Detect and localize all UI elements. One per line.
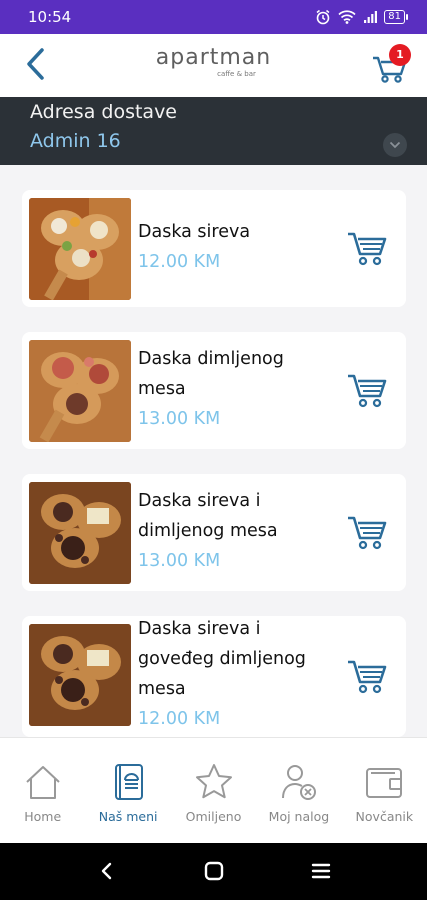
system-back-button[interactable] (96, 860, 118, 882)
back-arrow-icon (101, 862, 112, 880)
battery-icon: 81 (384, 10, 408, 24)
app-header: apartman caffe & bar 1 (0, 34, 427, 97)
signal-icon (364, 11, 378, 23)
brand-logo: apartman caffe & bar (0, 45, 427, 79)
chevron-down-icon (389, 141, 401, 149)
brand-tagline: caffe & bar (217, 70, 256, 78)
cart-badge: 1 (389, 44, 411, 66)
product-image (29, 624, 131, 726)
product-name: Daska sireva (138, 222, 251, 242)
product-image (29, 482, 131, 584)
product-price: 13.00 KM (138, 409, 221, 429)
cart-button[interactable]: 1 (371, 44, 411, 86)
nav-home-label: Home (24, 809, 62, 824)
bottom-nav: Home Naš meni Omiljeno Moj nalog Novčani… (0, 737, 427, 843)
home-icon (26, 766, 60, 799)
nav-menu[interactable]: Naš meni (85, 738, 170, 843)
product-name: Daska dimljenog mesa (138, 349, 284, 399)
menu-book-icon (115, 764, 144, 800)
add-to-cart-button[interactable] (346, 228, 388, 268)
cart-icon (348, 232, 387, 266)
cart-icon (348, 374, 387, 408)
product-name: Daska sireva i goveđeg dimljenog mesa (138, 619, 306, 699)
cart-icon (348, 660, 387, 694)
add-to-cart-button[interactable] (346, 370, 388, 410)
address-label: Adresa dostave (30, 101, 177, 123)
star-icon (195, 764, 232, 799)
status-bar: 10:54 81 (0, 0, 427, 34)
product-image (29, 198, 131, 300)
status-icons: 81 (315, 9, 408, 25)
nav-favorites-label: Omiljeno (185, 809, 242, 824)
home-square-icon (204, 861, 224, 881)
nav-favorites[interactable]: Omiljeno (171, 738, 256, 843)
recents-icon (311, 863, 331, 879)
wifi-icon (338, 10, 356, 24)
nav-menu-label: Naš meni (98, 809, 158, 824)
product-price: 12.00 KM (138, 709, 221, 729)
brand-name: apartman (155, 45, 272, 70)
product-card[interactable]: Daska dimljenog mesa 13.00 KM (22, 332, 406, 449)
address-value: Admin 16 (30, 130, 121, 152)
cart-icon (348, 516, 387, 550)
product-card[interactable]: Daska sireva i goveđeg dimljenog mesa 12… (22, 616, 406, 737)
nav-home[interactable]: Home (0, 738, 85, 843)
delivery-address-bar[interactable]: Adresa dostave Admin 16 (0, 97, 427, 165)
status-time: 10:54 (28, 8, 72, 26)
user-icon (281, 764, 316, 800)
product-image (29, 340, 131, 442)
product-price: 13.00 KM (138, 551, 221, 571)
nav-account[interactable]: Moj nalog (256, 738, 341, 843)
product-name: Daska sireva i dimljenog mesa (138, 491, 278, 541)
wallet-icon (366, 768, 403, 798)
alarm-icon (316, 9, 330, 25)
nav-wallet[interactable]: Novčanik (342, 738, 427, 843)
product-card[interactable]: Daska sireva 12.00 KM (22, 190, 406, 307)
add-to-cart-button[interactable] (346, 656, 388, 696)
nav-wallet-label: Novčanik (355, 809, 414, 824)
system-recents-button[interactable] (310, 860, 332, 882)
add-to-cart-button[interactable] (346, 512, 388, 552)
system-nav-bar (0, 843, 427, 900)
nav-account-label: Moj nalog (268, 809, 330, 824)
product-list[interactable]: Daska sireva 12.00 KM Daska dimljenog me… (0, 165, 427, 737)
product-price: 12.00 KM (138, 252, 221, 272)
address-dropdown-button[interactable] (383, 133, 407, 157)
system-home-button[interactable] (203, 860, 225, 882)
product-card[interactable]: Daska sireva i dimljenog mesa 13.00 KM (22, 474, 406, 591)
